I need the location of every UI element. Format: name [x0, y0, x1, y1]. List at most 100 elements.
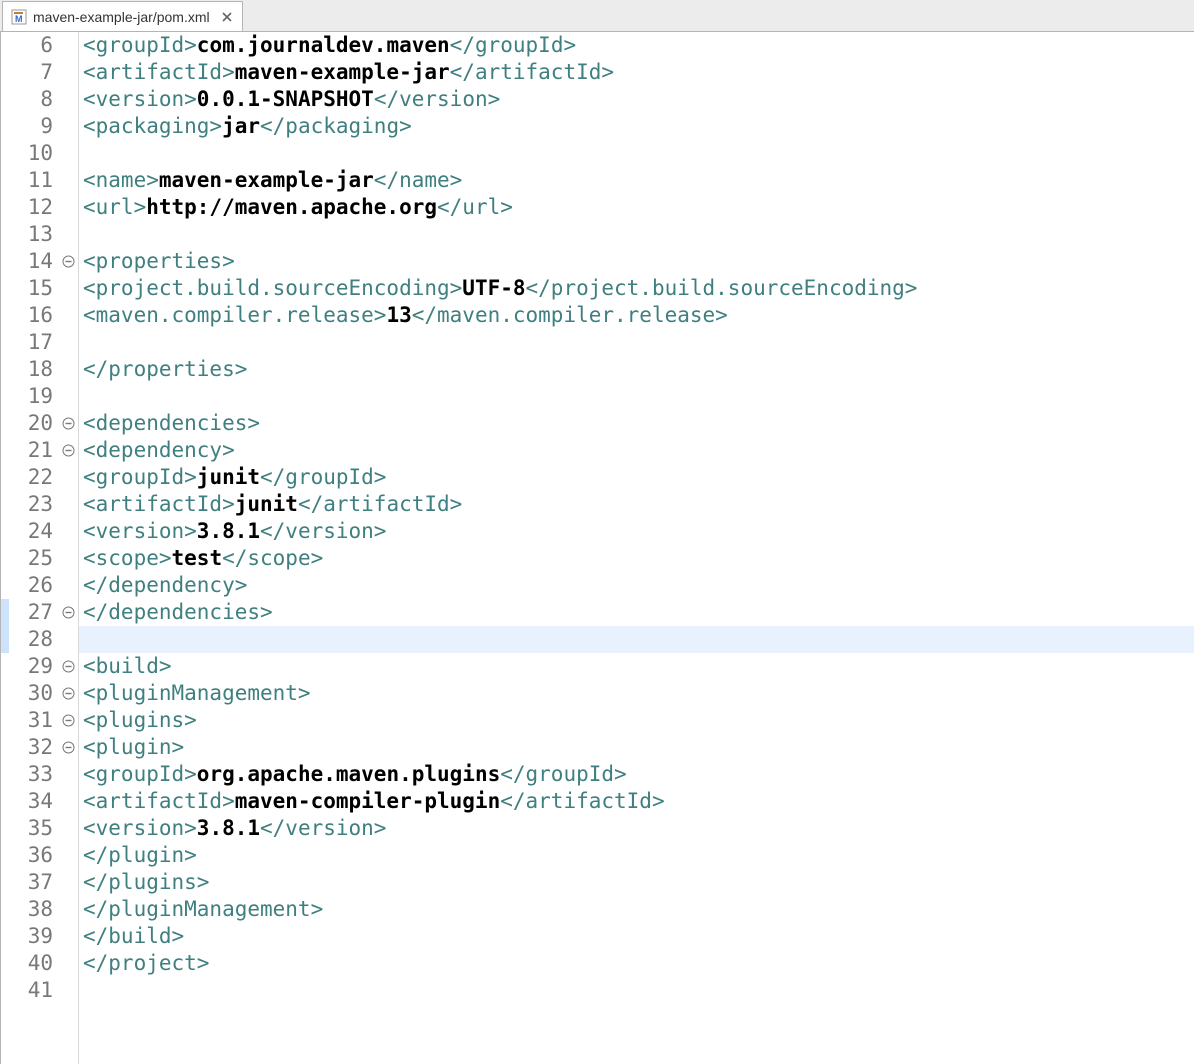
code-line[interactable]: </pluginManagement> [79, 896, 1194, 923]
code-line[interactable]: <artifactId>junit</artifactId> [79, 491, 1194, 518]
editor-tab[interactable]: M maven-example-jar/pom.xml [2, 1, 243, 31]
change-marker [1, 302, 9, 329]
line-number[interactable]: 26 [9, 572, 59, 599]
close-icon[interactable] [220, 10, 234, 24]
code-line[interactable]: </build> [79, 923, 1194, 950]
line-number[interactable]: 17 [9, 329, 59, 356]
fold-toggle-icon[interactable] [62, 714, 75, 727]
change-marker [1, 869, 9, 896]
line-number[interactable]: 20 [9, 410, 59, 437]
line-number[interactable]: 31 [9, 707, 59, 734]
line-number[interactable]: 21 [9, 437, 59, 464]
line-number[interactable]: 6 [9, 32, 59, 59]
change-marker [1, 545, 9, 572]
code-line[interactable]: </dependency> [79, 572, 1194, 599]
line-number[interactable]: 22 [9, 464, 59, 491]
code-line[interactable]: <version>3.8.1</version> [79, 518, 1194, 545]
code-line[interactable]: </project> [79, 950, 1194, 977]
code-line[interactable]: <build> [79, 653, 1194, 680]
fold-cell [61, 518, 78, 545]
fold-cell [61, 788, 78, 815]
line-number[interactable]: 35 [9, 815, 59, 842]
line-number[interactable]: 10 [9, 140, 59, 167]
code-line[interactable]: <plugin> [79, 734, 1194, 761]
line-number[interactable]: 41 [9, 977, 59, 1004]
code-line[interactable]: <name>maven-example-jar</name> [79, 167, 1194, 194]
change-marker [1, 383, 9, 410]
change-marker [1, 86, 9, 113]
line-number[interactable]: 37 [9, 869, 59, 896]
code-line[interactable] [79, 221, 1194, 248]
code-line[interactable] [79, 383, 1194, 410]
change-marker [1, 950, 9, 977]
fold-toggle-icon[interactable] [62, 741, 75, 754]
line-number[interactable]: 40 [9, 950, 59, 977]
line-number[interactable]: 16 [9, 302, 59, 329]
code-line[interactable] [79, 977, 1194, 1004]
fold-cell [61, 140, 78, 167]
code-line[interactable]: <pluginManagement> [79, 680, 1194, 707]
code-line[interactable] [79, 140, 1194, 167]
code-line[interactable]: <scope>test</scope> [79, 545, 1194, 572]
code-line[interactable]: <dependency> [79, 437, 1194, 464]
code-line[interactable]: </dependencies> [79, 599, 1194, 626]
line-number[interactable]: 18 [9, 356, 59, 383]
code-line[interactable]: <groupId>org.apache.maven.plugins</group… [79, 761, 1194, 788]
code-line[interactable]: <version>3.8.1</version> [79, 815, 1194, 842]
line-number[interactable]: 29 [9, 653, 59, 680]
change-marker [1, 761, 9, 788]
code-line[interactable]: <dependencies> [79, 410, 1194, 437]
line-number[interactable]: 32 [9, 734, 59, 761]
code-line[interactable]: </plugin> [79, 842, 1194, 869]
line-number[interactable]: 12 [9, 194, 59, 221]
code-line[interactable]: <artifactId>maven-example-jar</artifactI… [79, 59, 1194, 86]
line-number[interactable]: 19 [9, 383, 59, 410]
fold-toggle-icon[interactable] [62, 660, 75, 673]
fold-cell [61, 356, 78, 383]
line-number[interactable]: 8 [9, 86, 59, 113]
fold-toggle-icon[interactable] [62, 417, 75, 430]
fold-cell [61, 653, 78, 680]
line-number[interactable]: 25 [9, 545, 59, 572]
line-number[interactable]: 11 [9, 167, 59, 194]
code-line[interactable]: <artifactId>maven-compiler-plugin</artif… [79, 788, 1194, 815]
code-line[interactable]: <properties> [79, 248, 1194, 275]
change-marker [1, 896, 9, 923]
line-number[interactable]: 38 [9, 896, 59, 923]
code-line[interactable]: <groupId>com.journaldev.maven</groupId> [79, 32, 1194, 59]
code-line[interactable]: <project.build.sourceEncoding>UTF-8</pro… [79, 275, 1194, 302]
fold-toggle-icon[interactable] [62, 687, 75, 700]
line-number[interactable]: 28 [9, 626, 59, 653]
code-line[interactable]: <url>http://maven.apache.org</url> [79, 194, 1194, 221]
fold-cell [61, 302, 78, 329]
line-number[interactable]: 34 [9, 788, 59, 815]
line-number[interactable]: 7 [9, 59, 59, 86]
line-number[interactable]: 23 [9, 491, 59, 518]
line-number[interactable]: 15 [9, 275, 59, 302]
line-number[interactable]: 9 [9, 113, 59, 140]
line-number[interactable]: 13 [9, 221, 59, 248]
fold-toggle-icon[interactable] [62, 255, 75, 268]
line-number[interactable]: 33 [9, 761, 59, 788]
code-line[interactable]: <plugins> [79, 707, 1194, 734]
line-number[interactable]: 39 [9, 923, 59, 950]
code-line[interactable] [79, 329, 1194, 356]
code-line[interactable]: <version>0.0.1-SNAPSHOT</version> [79, 86, 1194, 113]
code-line[interactable]: <maven.compiler.release>13</maven.compil… [79, 302, 1194, 329]
fold-toggle-icon[interactable] [62, 444, 75, 457]
line-number[interactable]: 36 [9, 842, 59, 869]
code-line[interactable]: </plugins> [79, 869, 1194, 896]
code-line[interactable]: <packaging>jar</packaging> [79, 113, 1194, 140]
code-line[interactable]: <groupId>junit</groupId> [79, 464, 1194, 491]
code-line[interactable]: </properties> [79, 356, 1194, 383]
code-area[interactable]: <groupId>com.journaldev.maven</groupId> … [79, 32, 1194, 1064]
fold-toggle-icon[interactable] [62, 606, 75, 619]
change-marker [1, 167, 9, 194]
line-number[interactable]: 24 [9, 518, 59, 545]
line-number[interactable]: 27 [9, 599, 59, 626]
line-number[interactable]: 30 [9, 680, 59, 707]
code-line[interactable] [79, 626, 1194, 653]
code-editor[interactable]: 6789101112131415161718192021222324252627… [0, 32, 1194, 1064]
line-number[interactable]: 14 [9, 248, 59, 275]
change-marker [1, 842, 9, 869]
